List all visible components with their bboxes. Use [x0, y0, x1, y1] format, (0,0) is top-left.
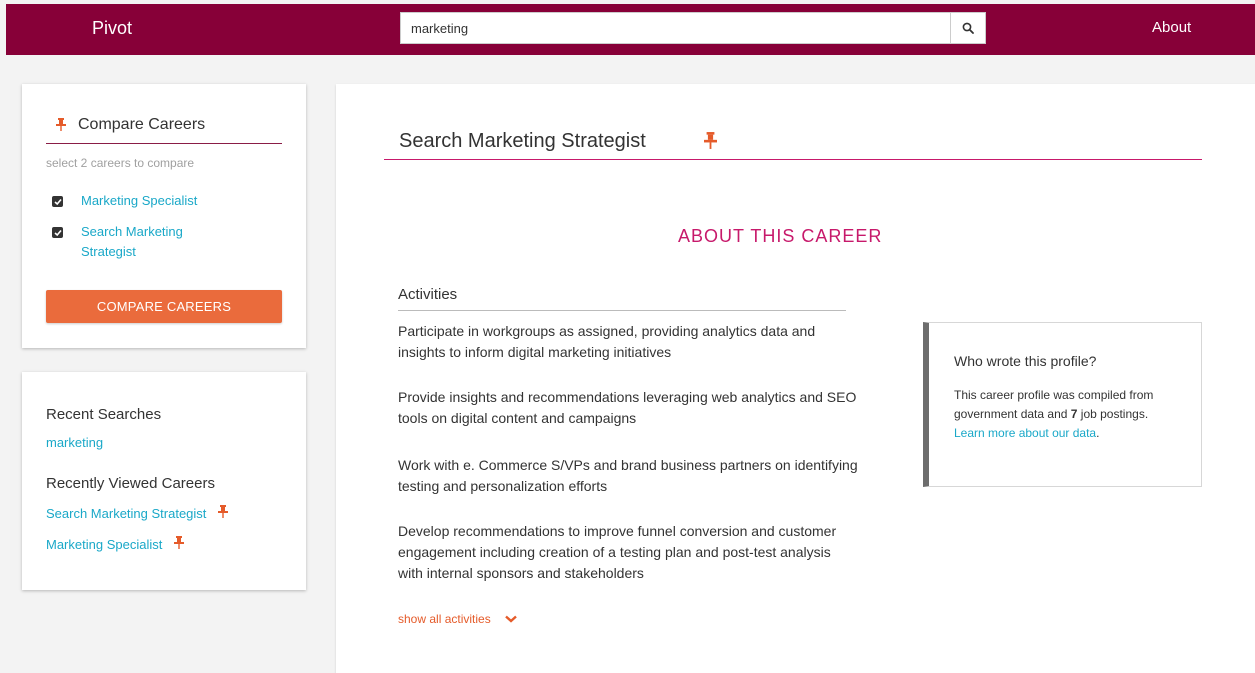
activity-item: Participate in workgroups as assigned, p…: [398, 323, 816, 360]
checkbox[interactable]: [52, 196, 63, 207]
pin-icon[interactable]: [218, 505, 229, 521]
compare-hint: select 2 careers to compare: [46, 156, 195, 170]
activity-item: Provide insights and recommendations lev…: [398, 389, 857, 426]
compare-title: Compare Careers: [78, 116, 206, 133]
compare-item-label[interactable]: Search Marketing Strategist: [81, 222, 211, 262]
compare-item-label[interactable]: Marketing Specialist: [81, 191, 211, 211]
profile-link-suffix: .: [1096, 426, 1100, 440]
show-all-label[interactable]: show all activities: [398, 612, 491, 626]
search-input[interactable]: [400, 12, 950, 44]
activity-item: Work with e. Commerce S/VPs and brand bu…: [398, 457, 858, 494]
search-bar: [400, 12, 986, 44]
pin-icon: [56, 118, 66, 136]
recently-viewed-label[interactable]: Search Marketing Strategist: [46, 506, 206, 521]
search-button[interactable]: [950, 12, 986, 44]
activity-item: Develop recommendations to improve funne…: [398, 523, 837, 581]
show-all-activities-link[interactable]: show all activities: [398, 612, 517, 626]
compare-header: Compare Careers: [46, 116, 282, 144]
pin-icon[interactable]: [174, 536, 185, 552]
profile-text-after: job postings.: [1077, 407, 1149, 421]
check-icon: [53, 198, 62, 205]
search-icon: [962, 22, 974, 34]
compare-careers-card: Compare Careers select 2 careers to comp…: [22, 84, 306, 348]
recently-viewed-item[interactable]: Marketing Specialist: [46, 536, 185, 552]
compare-item[interactable]: Search Marketing Strategist: [52, 222, 211, 262]
recently-viewed-item[interactable]: Search Marketing Strategist: [46, 505, 229, 521]
chevron-down-icon[interactable]: [504, 612, 517, 626]
section-title: ABOUT THIS CAREER: [678, 226, 883, 246]
top-navbar: Pivot About: [6, 4, 1255, 55]
recently-viewed-label[interactable]: Marketing Specialist: [46, 537, 162, 552]
profile-info-box: Who wrote this profile? This career prof…: [923, 322, 1202, 487]
activities-heading: Activities: [398, 286, 846, 311]
recently-viewed-heading: Recently Viewed Careers: [46, 475, 215, 492]
career-title: Search Marketing Strategist: [399, 130, 646, 152]
career-detail-card: Search Marketing Strategist ABOUT THIS C…: [336, 84, 1255, 673]
recent-activity-card: Recent Searches marketing Recently Viewe…: [22, 372, 306, 590]
compare-item[interactable]: Marketing Specialist: [52, 191, 211, 211]
career-title-row: Search Marketing Strategist: [384, 130, 1202, 160]
recent-searches-heading: Recent Searches: [46, 406, 162, 423]
profile-description: This career profile was compiled from go…: [954, 386, 1164, 443]
recent-search-link[interactable]: marketing: [46, 435, 103, 450]
checkbox[interactable]: [52, 227, 63, 238]
check-icon: [53, 229, 62, 236]
recent-search-label[interactable]: marketing: [46, 435, 103, 450]
pin-icon[interactable]: [704, 132, 717, 154]
profile-question: Who wrote this profile?: [954, 353, 1097, 369]
compare-careers-button[interactable]: COMPARE CAREERS: [46, 290, 282, 323]
about-link[interactable]: About: [1152, 19, 1191, 36]
brand-logo[interactable]: Pivot: [92, 18, 132, 39]
learn-more-link[interactable]: Learn more about our data: [954, 426, 1096, 440]
